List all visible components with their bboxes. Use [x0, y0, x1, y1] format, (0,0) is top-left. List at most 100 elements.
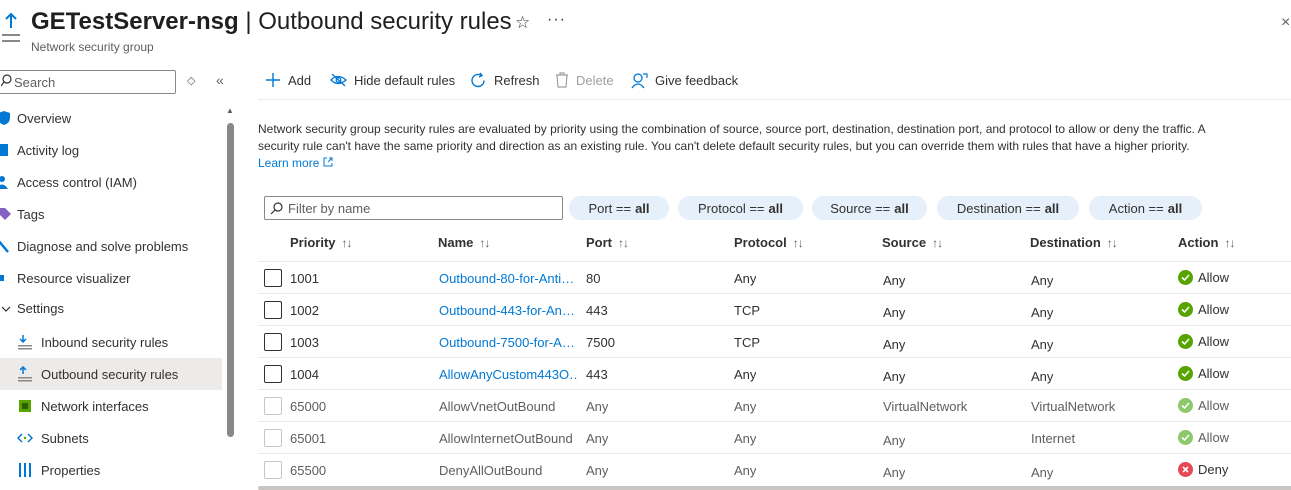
action-label: Allow [1198, 302, 1230, 317]
delete-label: Delete [576, 72, 614, 88]
description-text: Network security group security rules ar… [258, 121, 1291, 172]
table-row[interactable]: 1004 AllowAnyCustom443O… 443 Any Any Any… [258, 357, 1291, 389]
column-header-priority[interactable]: Priority ↑↓ [290, 235, 353, 250]
sidebar-item-iam[interactable]: Access control (IAM) [0, 166, 222, 198]
cell-action: Allow [1178, 366, 1229, 381]
favorite-star-icon[interactable]: ☆ [515, 13, 530, 33]
subnet-icon [17, 433, 33, 443]
sort-icon[interactable]: ↑↓ [1107, 236, 1118, 250]
column-header-action[interactable]: Action ↑↓ [1178, 235, 1235, 250]
sidebar-item-subnets[interactable]: Subnets [0, 422, 222, 454]
collapse-sidebar-icon[interactable]: « [216, 72, 224, 88]
title-separator: | [245, 8, 252, 35]
filter-pill-label: Action == [1108, 200, 1164, 216]
sidebar-item-label: Diagnose and solve problems [17, 238, 189, 254]
sort-icon[interactable]: ↑↓ [1224, 236, 1235, 250]
column-header-source[interactable]: Source ↑↓ [882, 235, 943, 250]
sidebar-item-label: Access control (IAM) [17, 174, 137, 190]
cell-protocol: Any [734, 367, 757, 382]
add-button[interactable]: Add [265, 72, 311, 88]
activity-log-icon [0, 144, 8, 156]
table-row[interactable]: 65500 DenyAllOutBound Any Any Any Any De… [258, 453, 1291, 485]
sort-icon[interactable]: ↑↓ [479, 236, 490, 250]
table-row[interactable]: 65001 AllowInternetOutBound Any Any Any … [258, 421, 1291, 453]
sidebar-item-resource-visualizer[interactable]: Resource visualizer [0, 262, 222, 294]
refresh-button[interactable]: Refresh [470, 72, 540, 89]
filter-pill-action[interactable]: Action == all [1089, 196, 1202, 220]
cell-action: Allow [1178, 398, 1229, 413]
action-label: Deny [1198, 462, 1229, 477]
row-checkbox[interactable] [264, 269, 282, 287]
inbound-rules-icon [18, 335, 32, 350]
scroll-up-arrow-icon[interactable]: ▲ [226, 106, 234, 115]
sidebar-item-network-interfaces[interactable]: Network interfaces [0, 390, 222, 422]
close-icon[interactable]: × [1281, 14, 1290, 32]
sidebar-item-tags[interactable]: Tags [0, 198, 222, 230]
sidebar-item-diagnose[interactable]: Diagnose and solve problems [0, 230, 222, 262]
filter-pill-label: Source == [830, 200, 891, 216]
sidebar-item-activity-log[interactable]: Activity log [0, 134, 222, 166]
column-header-name[interactable]: Name ↑↓ [438, 235, 490, 250]
cell-destination: Any [1031, 273, 1054, 288]
filter-pill-port[interactable]: Port == all [569, 196, 669, 220]
collapse-expand-icon[interactable]: ◇ [187, 74, 195, 87]
action-label: Allow [1198, 398, 1230, 413]
sidebar-item-properties[interactable]: Properties [0, 454, 222, 486]
hide-default-rules-label: Hide default rules [354, 72, 456, 88]
action-label: Allow [1198, 430, 1230, 445]
table-row[interactable]: 1003 Outbound-7500-for-A… 7500 TCP Any A… [258, 325, 1291, 357]
filter-pill-destination[interactable]: Destination == all [937, 196, 1079, 220]
external-link-icon[interactable] [323, 157, 333, 167]
row-checkbox[interactable] [264, 333, 282, 351]
row-checkbox [264, 429, 282, 447]
filter-by-name-input[interactable]: Filter by name [264, 196, 563, 220]
row-checkbox[interactable] [264, 301, 282, 319]
column-header-label: Protocol [734, 235, 787, 250]
cell-name: AllowInternetOutBound [439, 431, 573, 446]
network-interface-icon [19, 400, 31, 412]
hide-default-rules-button[interactable]: Hide default rules [330, 72, 455, 88]
sidebar-item-inbound-rules[interactable]: Inbound security rules [0, 326, 222, 358]
table-row[interactable]: 65000 AllowVnetOutBound Any Any VirtualN… [258, 389, 1291, 421]
table-horizontal-scrollbar[interactable] [258, 486, 1291, 490]
cell-name-link[interactable]: Outbound-80-for-Anti… [439, 271, 579, 286]
give-feedback-button[interactable]: Give feedback [631, 72, 738, 89]
sort-icon[interactable]: ↑↓ [793, 236, 804, 250]
filter-pill-value: all [635, 200, 650, 216]
filter-pill-label: Protocol == [698, 200, 765, 216]
filter-pill-source[interactable]: Source == all [812, 196, 927, 220]
cell-destination: Internet [1031, 431, 1076, 446]
sidebar-item-settings[interactable]: Settings [0, 292, 222, 324]
filter-pill-protocol[interactable]: Protocol == all [678, 196, 803, 220]
column-header-protocol[interactable]: Protocol ↑↓ [734, 235, 804, 250]
description-line-2: security rule can't have the same priori… [258, 139, 1190, 153]
sort-icon[interactable]: ↑↓ [342, 236, 353, 250]
sidebar-search-input[interactable]: Search [0, 70, 176, 94]
cell-destination: Any [1031, 337, 1054, 352]
learn-more-link[interactable]: Learn more [258, 156, 319, 170]
column-header-port[interactable]: Port ↑↓ [586, 235, 629, 250]
cell-name-link[interactable]: AllowAnyCustom443O… [439, 367, 579, 382]
cell-protocol: Any [734, 399, 757, 414]
column-header-label: Port [586, 235, 612, 250]
sort-icon[interactable]: ↑↓ [618, 236, 629, 250]
cell-name-link[interactable]: Outbound-443-for-An… [439, 303, 579, 318]
cell-action: Allow [1178, 302, 1229, 317]
cell-action: Allow [1178, 430, 1229, 445]
table-row[interactable]: 1001 Outbound-80-for-Anti… 80 Any Any An… [258, 261, 1291, 293]
column-header-destination[interactable]: Destination ↑↓ [1030, 235, 1118, 250]
sidebar-item-outbound-rules[interactable]: Outbound security rules [0, 358, 222, 390]
cell-name-link[interactable]: Outbound-7500-for-A… [439, 335, 579, 350]
sidebar-item-label: Properties [41, 462, 101, 478]
sidebar-scrollbar[interactable] [227, 123, 234, 437]
row-checkbox[interactable] [264, 365, 282, 383]
sidebar-item-overview[interactable]: Overview [0, 102, 222, 134]
delete-button[interactable]: Delete [555, 72, 614, 88]
sort-icon[interactable]: ↑↓ [932, 236, 943, 250]
cell-priority: 65500 [290, 463, 327, 478]
table-row[interactable]: 1002 Outbound-443-for-An… 443 TCP Any An… [258, 293, 1291, 325]
cell-port: 80 [586, 271, 601, 286]
allow-check-icon [1178, 366, 1193, 381]
refresh-label: Refresh [494, 73, 540, 88]
more-options-icon[interactable]: ··· [547, 11, 566, 29]
